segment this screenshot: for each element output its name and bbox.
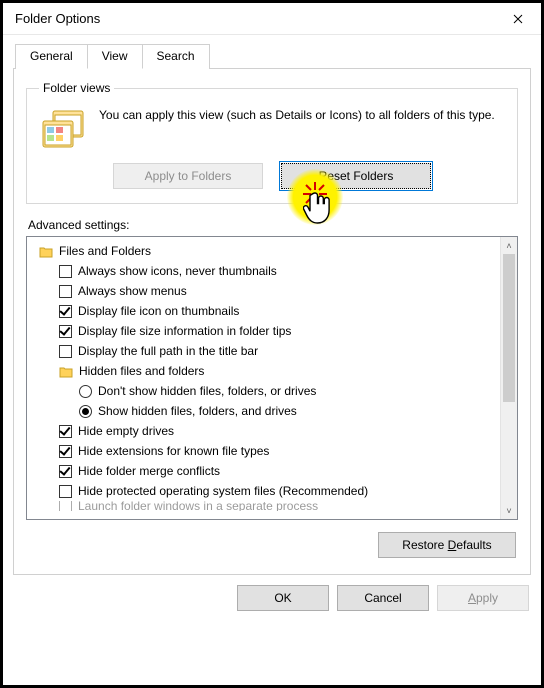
close-button[interactable] bbox=[495, 3, 541, 34]
folder-pair-icon bbox=[41, 107, 89, 149]
window-title: Folder Options bbox=[15, 11, 100, 26]
advanced-settings-label: Advanced settings: bbox=[28, 218, 518, 232]
scroll-down-button[interactable]: ˅ bbox=[501, 502, 517, 519]
scroll-thumb[interactable] bbox=[503, 254, 515, 402]
apply-to-folders-button: Apply to Folders bbox=[113, 163, 263, 189]
tab-strip: General View Search bbox=[15, 43, 531, 68]
tree-header-files-folders: Files and Folders bbox=[33, 241, 498, 261]
opt-hide-empty-drives[interactable]: Hide empty drives bbox=[33, 421, 498, 441]
opt-hide-merge-conflicts[interactable]: Hide folder merge conflicts bbox=[33, 461, 498, 481]
opt-dont-show-hidden[interactable]: Don't show hidden files, folders, or dri… bbox=[33, 381, 498, 401]
tree-scrollbar[interactable]: ˄ ˅ bbox=[500, 237, 517, 519]
apply-button: Apply bbox=[437, 585, 529, 611]
opt-hide-protected-os[interactable]: Hide protected operating system files (R… bbox=[33, 481, 498, 501]
folder-views-desc: You can apply this view (such as Details… bbox=[99, 105, 495, 123]
folder-views-legend: Folder views bbox=[39, 81, 114, 95]
cancel-button[interactable]: Cancel bbox=[337, 585, 429, 611]
opt-display-size-tips[interactable]: Display file size information in folder … bbox=[33, 321, 498, 341]
folder-icon bbox=[59, 364, 73, 378]
tab-search[interactable]: Search bbox=[142, 44, 210, 69]
opt-display-file-icon-thumb[interactable]: Display file icon on thumbnails bbox=[33, 301, 498, 321]
opt-show-hidden[interactable]: Show hidden files, folders, and drives bbox=[33, 401, 498, 421]
folder-views-group: Folder views You can apply this view (su… bbox=[26, 81, 518, 204]
tab-general[interactable]: General bbox=[15, 44, 88, 69]
opt-always-show-menus[interactable]: Always show menus bbox=[33, 281, 498, 301]
opt-always-show-icons[interactable]: Always show icons, never thumbnails bbox=[33, 261, 498, 281]
tab-view[interactable]: View bbox=[87, 44, 143, 69]
opt-hide-extensions[interactable]: Hide extensions for known file types bbox=[33, 441, 498, 461]
reset-folders-button[interactable]: Reset Folders bbox=[281, 163, 431, 189]
opt-cutoff[interactable]: Launch folder windows in a separate proc… bbox=[33, 501, 498, 511]
close-icon bbox=[513, 14, 523, 24]
restore-defaults-button[interactable]: Restore Defaults bbox=[378, 532, 516, 558]
opt-display-full-path[interactable]: Display the full path in the title bar bbox=[33, 341, 498, 361]
folder-icon bbox=[39, 244, 53, 258]
tab-page-view: Folder views You can apply this view (su… bbox=[13, 68, 531, 575]
tree-header-hidden: Hidden files and folders bbox=[33, 361, 498, 381]
advanced-settings-tree[interactable]: Files and Folders Always show icons, nev… bbox=[26, 236, 518, 520]
dialog-button-row: OK Cancel Apply bbox=[3, 575, 541, 623]
title-bar: Folder Options bbox=[3, 3, 541, 35]
ok-button[interactable]: OK bbox=[237, 585, 329, 611]
scroll-up-button[interactable]: ˄ bbox=[501, 237, 517, 254]
